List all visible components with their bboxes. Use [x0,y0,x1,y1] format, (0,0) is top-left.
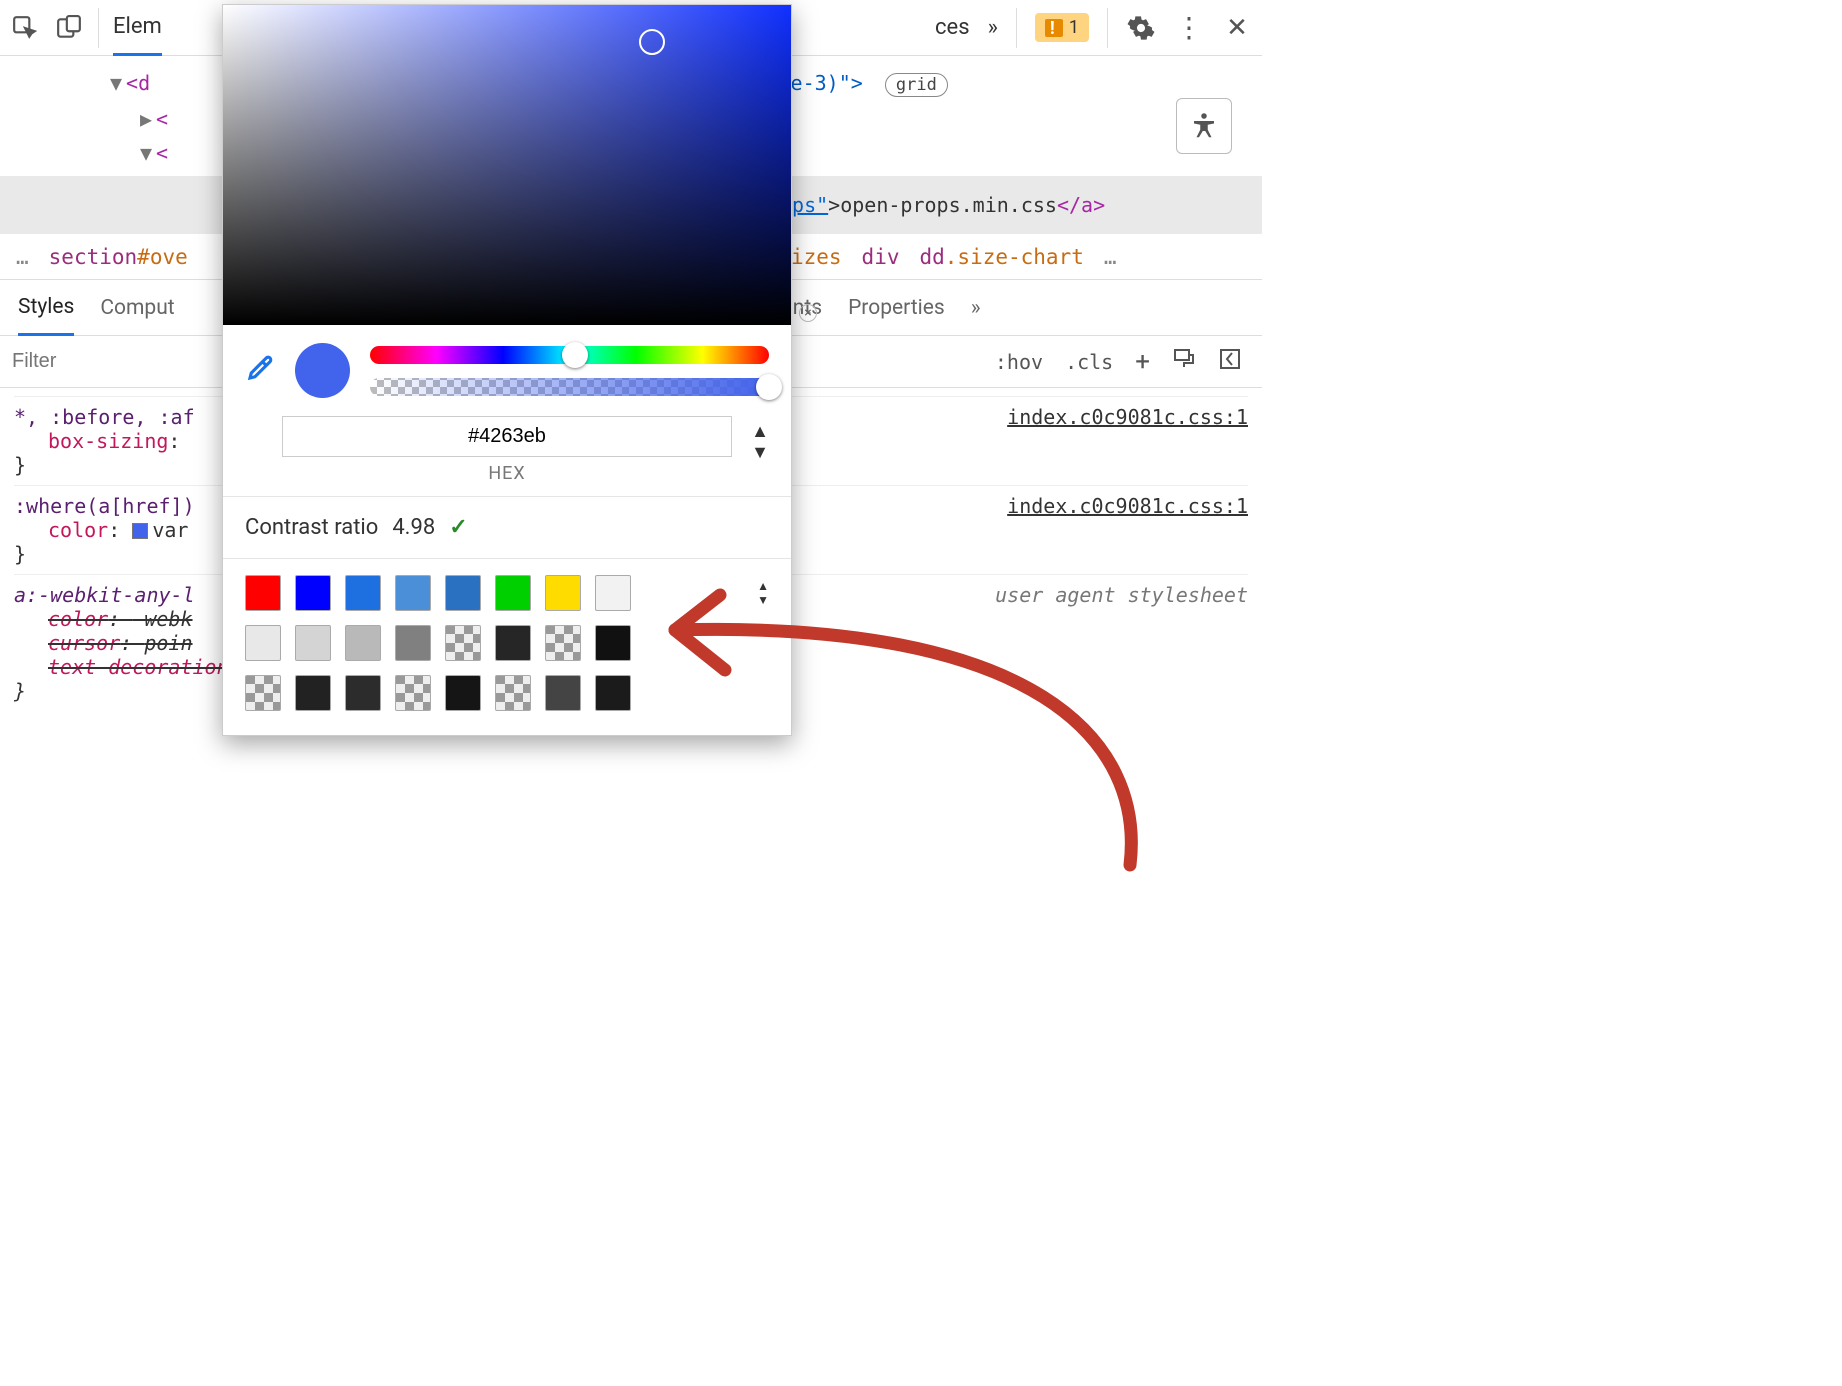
tab-sources-partial[interactable]: ces [935,15,970,40]
issues-badge[interactable]: 1 [1035,13,1089,42]
gear-icon[interactable] [1126,13,1156,43]
accessibility-button[interactable] [1176,98,1232,154]
palette-swatch[interactable] [245,675,281,711]
palette-swatch[interactable] [295,575,331,611]
panetab-properties[interactable]: Properties [848,296,945,320]
palette-swatch[interactable] [545,575,581,611]
panel-toggle-icon[interactable] [1218,347,1242,376]
palette-spinner[interactable]: ▲▼ [757,579,769,607]
rule-source-2[interactable]: index.c0c9081c.css:1 [1007,494,1248,518]
palette-swatch[interactable] [495,675,531,711]
palette-swatch[interactable] [495,625,531,661]
grid-badge[interactable]: grid [885,73,948,97]
crumb-section[interactable]: section#ove [49,245,188,269]
hue-slider[interactable] [370,346,769,364]
panetab-styles[interactable]: Styles [18,295,74,336]
palette-swatch[interactable] [595,575,631,611]
eyedropper-icon[interactable] [245,353,275,388]
crumb-dd[interactable]: dd.size-chart [919,245,1083,269]
more-tabs[interactable]: » [988,15,998,40]
palette-swatch[interactable] [445,625,481,661]
palette-swatches: ▲▼ [223,559,791,735]
contrast-row[interactable]: Contrast ratio 4.98 ✓ [223,497,791,559]
color-swatch-icon[interactable] [132,523,148,539]
saturation-thumb[interactable] [639,29,665,55]
close-chip-icon[interactable]: × [799,304,817,322]
kebab-icon[interactable]: ⋮ [1174,13,1204,43]
new-rule-icon[interactable]: + [1135,347,1150,377]
palette-swatch[interactable] [595,625,631,661]
panetab-more[interactable]: » [971,296,981,320]
styles-filter-input[interactable] [0,342,250,381]
warning-icon [1045,19,1063,37]
device-toggle-icon[interactable] [54,13,84,43]
format-spinner[interactable]: ▲▼ [751,421,769,463]
palette-swatch[interactable] [345,625,381,661]
rule-source-ua: user agent stylesheet [995,583,1248,607]
palette-swatch[interactable] [545,625,581,661]
rule-source-1[interactable]: index.c0c9081c.css:1 [1007,405,1248,429]
alpha-slider[interactable] [370,378,769,396]
crumb-overflow-right[interactable]: … [1104,245,1117,269]
paint-icon[interactable] [1172,347,1196,376]
color-preview [295,343,350,398]
palette-swatch[interactable] [345,675,381,711]
crumb-overflow-left[interactable]: … [16,245,29,269]
palette-swatch[interactable] [595,675,631,711]
palette-swatch[interactable] [345,575,381,611]
crumb-div[interactable]: div [862,245,900,269]
hex-input[interactable] [282,416,732,457]
check-icon: ✓ [449,515,467,540]
palette-swatch[interactable] [245,625,281,661]
cls-toggle[interactable]: .cls [1065,350,1113,374]
hex-label: HEX [263,463,751,484]
close-icon[interactable]: ✕ [1222,13,1252,43]
palette-swatch[interactable] [295,625,331,661]
inspect-icon[interactable] [10,13,40,43]
palette-swatch[interactable] [295,675,331,711]
palette-swatch[interactable] [445,575,481,611]
palette-swatch[interactable] [395,575,431,611]
palette-swatch[interactable] [395,625,431,661]
palette-swatch[interactable] [495,575,531,611]
saturation-area[interactable] [223,5,791,325]
palette-swatch[interactable] [245,575,281,611]
hov-toggle[interactable]: :hov [995,350,1043,374]
tab-elements[interactable]: Elem [113,0,162,56]
palette-swatch[interactable] [395,675,431,711]
palette-swatch[interactable] [545,675,581,711]
panetab-computed[interactable]: Comput [100,296,174,320]
palette-swatch[interactable] [445,675,481,711]
color-picker: ▲▼ HEX Contrast ratio 4.98 ✓ ▲▼ [222,4,792,736]
